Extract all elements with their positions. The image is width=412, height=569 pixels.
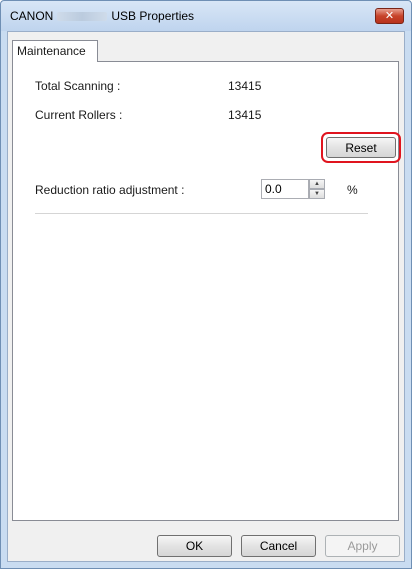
reduction-ratio-unit: %: [347, 183, 358, 197]
title-bar[interactable]: CANON USB Properties ✕: [1, 1, 411, 31]
cancel-button[interactable]: Cancel: [241, 535, 316, 557]
spin-down-button[interactable]: ▼: [309, 189, 325, 199]
window-title-prefix: CANON: [10, 9, 54, 23]
reduction-ratio-spinner: ▲ ▼: [309, 179, 325, 199]
reduction-ratio-input[interactable]: [261, 179, 309, 199]
redacted-model-name: [57, 12, 108, 22]
reset-button[interactable]: Reset: [326, 137, 396, 158]
properties-dialog: CANON USB Properties ✕ Maintenance Total …: [0, 0, 412, 569]
divider: [35, 213, 368, 214]
tab-maintenance[interactable]: Maintenance: [12, 40, 98, 62]
current-rollers-value: 13415: [228, 108, 262, 122]
apply-button[interactable]: Apply: [325, 535, 400, 557]
total-scanning-value: 13415: [228, 79, 262, 93]
chevron-down-icon: ▼: [314, 191, 320, 197]
chevron-up-icon: ▲: [314, 181, 320, 187]
window-title: CANON USB Properties: [10, 9, 194, 23]
current-rollers-label: Current Rollers :: [35, 108, 123, 122]
ok-button[interactable]: OK: [157, 535, 232, 557]
spin-up-button[interactable]: ▲: [309, 179, 325, 189]
window-title-suffix: USB Properties: [111, 9, 195, 23]
close-button[interactable]: ✕: [375, 8, 404, 24]
close-icon: ✕: [384, 10, 395, 22]
dialog-body: Maintenance Total Scanning : 13415 Curre…: [7, 31, 405, 562]
total-scanning-label: Total Scanning :: [35, 79, 121, 93]
maintenance-panel: Total Scanning : 13415 Current Rollers :…: [12, 61, 401, 521]
reduction-ratio-label: Reduction ratio adjustment :: [35, 183, 185, 197]
